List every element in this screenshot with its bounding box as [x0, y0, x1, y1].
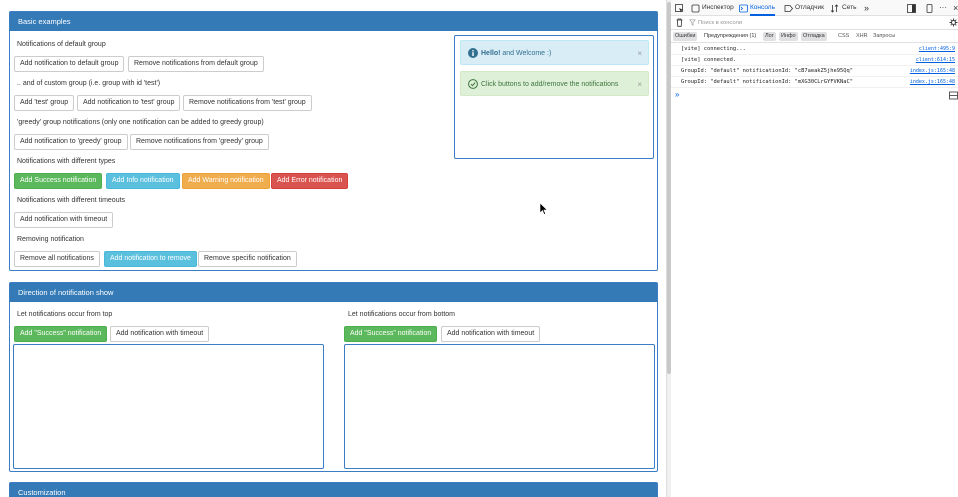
- bottom-add-timeout-button[interactable]: Add notification with timeout: [441, 326, 541, 342]
- devtools-panel: Инспектор Консоль Отладчик Сеть » ··· × …: [666, 0, 958, 497]
- menu-icon[interactable]: ···: [939, 0, 947, 16]
- tab-console[interactable]: Консоль: [750, 0, 775, 16]
- tab-network[interactable]: Сеть: [842, 0, 856, 16]
- remove-greedy-button[interactable]: Remove notifications from 'greedy' group: [130, 134, 269, 150]
- message-source-link[interactable]: index.js:165:48: [910, 66, 955, 77]
- notification-bold-text: Hello!: [481, 50, 501, 57]
- check-circle-icon: [468, 79, 478, 89]
- element-picker-icon[interactable]: [675, 4, 684, 13]
- add-test-group-button[interactable]: Add 'test' group: [14, 95, 75, 111]
- panel-title: Customization: [10, 483, 657, 497]
- notification-text: Click buttons to add/remove the notifica…: [481, 81, 619, 88]
- filter-icon: [689, 19, 696, 26]
- message-text: [vite] connected.: [681, 57, 737, 63]
- console-category-bar: Ошибки Предупреждения (1) Лог Инфо Отлад…: [671, 30, 958, 43]
- responsive-icon[interactable]: [925, 4, 934, 13]
- bottom-add-success-button[interactable]: Add "Success" notification: [344, 326, 438, 342]
- customization-panel: Customization: [9, 482, 658, 497]
- message-text: GroupId: "default" notificationId: "cB7a…: [681, 68, 854, 74]
- filter-errors[interactable]: Ошибки: [673, 32, 698, 41]
- console-message: GroupId: "default" notificationId: "cB7a…: [671, 66, 958, 77]
- top-notification-container: [13, 344, 324, 469]
- add-success-button[interactable]: Add Success notification: [14, 173, 103, 189]
- settings-gear-icon[interactable]: [949, 18, 958, 27]
- add-to-test-button[interactable]: Add notification to 'test' group: [77, 95, 181, 111]
- add-default-button[interactable]: Add notification to default group: [14, 56, 125, 72]
- filter-requests[interactable]: Запросы: [871, 32, 897, 41]
- filter-warnings[interactable]: Предупреждения (1): [702, 32, 758, 41]
- console-filter-bar: Поиск в консоли: [671, 16, 958, 30]
- default-group-label: Notifications of default group: [17, 41, 106, 48]
- direction-panel: Direction of notification show Let notif…: [9, 282, 658, 472]
- remove-default-button[interactable]: Remove notifications from default group: [128, 56, 264, 72]
- filter-css[interactable]: CSS: [836, 32, 851, 41]
- add-info-button[interactable]: Add Info notification: [106, 173, 180, 189]
- console-input[interactable]: »: [671, 89, 958, 101]
- more-tabs-icon[interactable]: »: [864, 0, 869, 16]
- filter-info[interactable]: Инфо: [779, 32, 798, 41]
- console-icon: [739, 4, 748, 13]
- message-source-link[interactable]: client:614:15: [916, 55, 955, 66]
- top-add-success-button[interactable]: Add "Success" notification: [14, 326, 108, 342]
- basic-examples-panel: Basic examples Notifications of default …: [9, 11, 658, 271]
- add-timeout-button[interactable]: Add notification with timeout: [14, 212, 114, 228]
- from-top-label: Let notifications occur from top: [17, 311, 113, 318]
- filter-xhr[interactable]: XHR: [854, 32, 870, 41]
- demo-page: Basic examples Notifications of default …: [0, 0, 666, 497]
- add-error-button[interactable]: Add Error notification: [271, 173, 349, 189]
- tab-inspector[interactable]: Инспектор: [702, 0, 734, 16]
- filter-debug[interactable]: Отладка: [801, 32, 827, 41]
- add-warning-button[interactable]: Add Warning notification: [182, 173, 270, 189]
- message-text: [vite] connecting...: [681, 46, 746, 52]
- devtools-toolbar: Инспектор Консоль Отладчик Сеть » ··· ×: [671, 0, 958, 16]
- bottom-notification-container: [344, 344, 655, 469]
- message-text: GroupId: "default" notificationId: "mXG3…: [681, 79, 854, 85]
- remove-test-button[interactable]: Remove notifications from 'test' group: [183, 95, 312, 111]
- removing-label: Removing notification: [17, 236, 84, 243]
- debugger-icon: [784, 5, 793, 12]
- notification-text: and Welcome :): [500, 50, 552, 57]
- console-prompt-icon: »: [675, 90, 680, 99]
- message-source-link[interactable]: client:495:9: [919, 44, 955, 55]
- timeouts-label: Notifications with different timeouts: [17, 197, 126, 204]
- trash-icon[interactable]: [675, 18, 684, 27]
- filter-logs[interactable]: Лог: [763, 32, 776, 41]
- info-circle-icon: [468, 48, 478, 58]
- close-icon[interactable]: ×: [637, 41, 642, 66]
- top-add-timeout-button[interactable]: Add notification with timeout: [110, 326, 210, 342]
- console-message: GroupId: "default" notificationId: "mXG3…: [671, 77, 958, 88]
- mouse-cursor-icon: [540, 203, 548, 215]
- add-to-remove-button[interactable]: Add notification to remove: [104, 251, 197, 267]
- types-label: Notifications with different types: [17, 158, 116, 165]
- default-notification-container: Hello! and Welcome :) × Click buttons to…: [454, 35, 654, 159]
- custom-group-label: .. and of custom group (i.e. group with …: [17, 80, 161, 87]
- notification-info[interactable]: Hello! and Welcome :) ×: [460, 40, 649, 65]
- console-filter-input[interactable]: Поиск в консоли: [698, 16, 938, 30]
- greedy-group-label: 'greedy' group notifications (only one n…: [17, 119, 264, 126]
- panel-title: Basic examples: [10, 12, 657, 31]
- close-devtools-icon[interactable]: ×: [953, 0, 958, 16]
- console-message: [vite] connecting... client:495:9: [671, 44, 958, 55]
- inspector-icon: [691, 4, 700, 13]
- panel-title: Direction of notification show: [10, 283, 657, 302]
- network-icon: [830, 4, 839, 13]
- message-source-link[interactable]: index.js:165:48: [910, 77, 955, 88]
- split-console-icon[interactable]: [949, 91, 958, 100]
- close-icon[interactable]: ×: [637, 72, 642, 97]
- console-message: [vite] connected. client:614:15: [671, 55, 958, 66]
- remove-specific-button[interactable]: Remove specific notification: [198, 251, 297, 267]
- notification-success[interactable]: Click buttons to add/remove the notifica…: [460, 71, 649, 96]
- dock-side-icon[interactable]: [907, 4, 916, 13]
- add-greedy-button[interactable]: Add notification to 'greedy' group: [14, 134, 128, 150]
- remove-all-button[interactable]: Remove all notifications: [14, 251, 100, 267]
- tab-debugger[interactable]: Отладчик: [795, 0, 824, 16]
- from-bottom-label: Let notifications occur from bottom: [348, 311, 455, 318]
